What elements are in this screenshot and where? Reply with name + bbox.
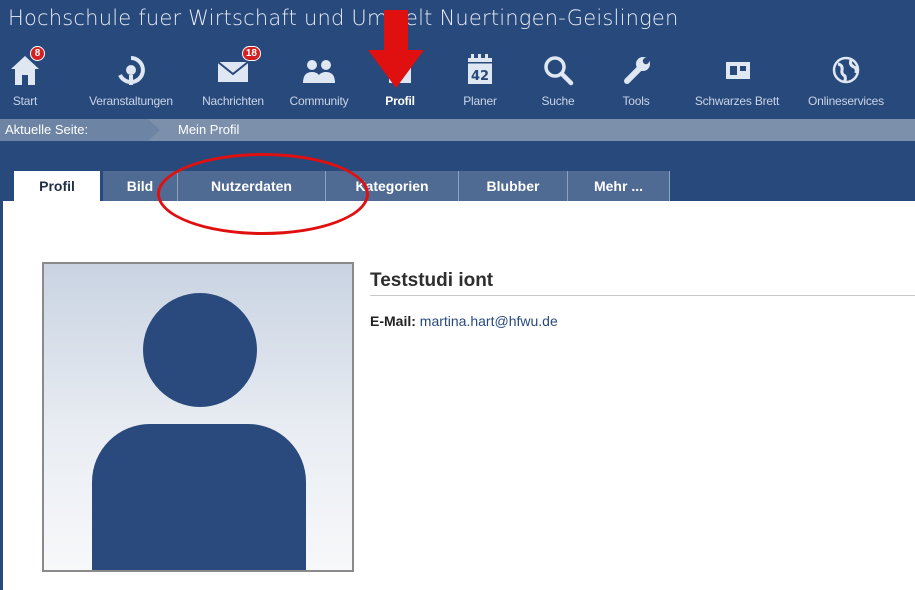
nav-item-planer[interactable]: 42 Planer [460, 50, 500, 110]
email-label: E-Mail: [370, 313, 416, 329]
notification-badge: 18 [241, 46, 261, 61]
nav-label: Suche [541, 94, 575, 108]
nav-label: Profil [385, 94, 415, 108]
nav-item-schwarzes-brett[interactable]: Schwarzes Brett [682, 50, 792, 110]
search-icon [538, 50, 578, 90]
wrench-icon [616, 50, 656, 90]
calendar-day: 42 [471, 69, 489, 84]
breadcrumb-current-page[interactable]: Mein Profil [178, 119, 239, 141]
email-link[interactable]: martina.hart@hfwu.de [420, 313, 558, 329]
tab-blubber[interactable]: Blubber [459, 171, 568, 201]
avatar-body [92, 424, 306, 570]
globe-icon [826, 50, 866, 90]
nav-item-veranstaltungen[interactable]: Veranstaltungen [76, 50, 186, 110]
board-icon [717, 50, 757, 90]
header-bar: Hochschule fuer Wirtschaft und Umwelt Nu… [0, 0, 915, 119]
seminar-icon [111, 50, 151, 90]
avatar-head [143, 293, 257, 407]
nav-item-suche[interactable]: Suche [538, 50, 578, 110]
nav-item-community[interactable]: Community [280, 50, 358, 110]
calendar-icon: 42 [460, 50, 500, 90]
tab-profil[interactable]: Profil [14, 171, 100, 201]
mail-icon: 18 [213, 46, 261, 90]
content-border [0, 201, 3, 590]
nav-label: Community [289, 94, 349, 108]
nav-item-start[interactable]: 8 Start [5, 46, 45, 110]
nav-label: Planer [463, 94, 497, 108]
breadcrumb-separator [148, 119, 160, 141]
nav-item-nachrichten[interactable]: 18 Nachrichten [188, 46, 278, 110]
community-icon [299, 50, 339, 90]
nav-label: Veranstaltungen [89, 94, 173, 108]
nav-label: Onlineservices [808, 94, 884, 108]
email-row: E-Mail: martina.hart@hfwu.de [370, 313, 558, 329]
nav-label: Start [12, 94, 38, 108]
profile-name: Teststudi iont [370, 270, 915, 296]
notification-badge: 8 [30, 46, 45, 61]
nav-item-onlineservices[interactable]: Onlineservices [795, 50, 897, 110]
annotation-ellipse [157, 153, 369, 235]
home-icon: 8 [5, 46, 45, 90]
site-title: Hochschule fuer Wirtschaft und Umwelt Nu… [8, 6, 679, 30]
nav-item-tools[interactable]: Tools [616, 50, 656, 110]
breadcrumb-label: Aktuelle Seite: [0, 119, 148, 141]
annotation-arrow [368, 10, 424, 88]
profile-tabbar: Profil Bild Nutzerdaten Kategorien Blubb… [0, 141, 915, 201]
nav-label: Tools [622, 94, 650, 108]
nav-label: Schwarzes Brett [694, 94, 780, 108]
breadcrumb: Aktuelle Seite: Mein Profil [0, 119, 915, 141]
avatar [42, 262, 354, 572]
nav-label: Nachrichten [202, 94, 264, 108]
tab-mehr[interactable]: Mehr ... [568, 171, 670, 201]
